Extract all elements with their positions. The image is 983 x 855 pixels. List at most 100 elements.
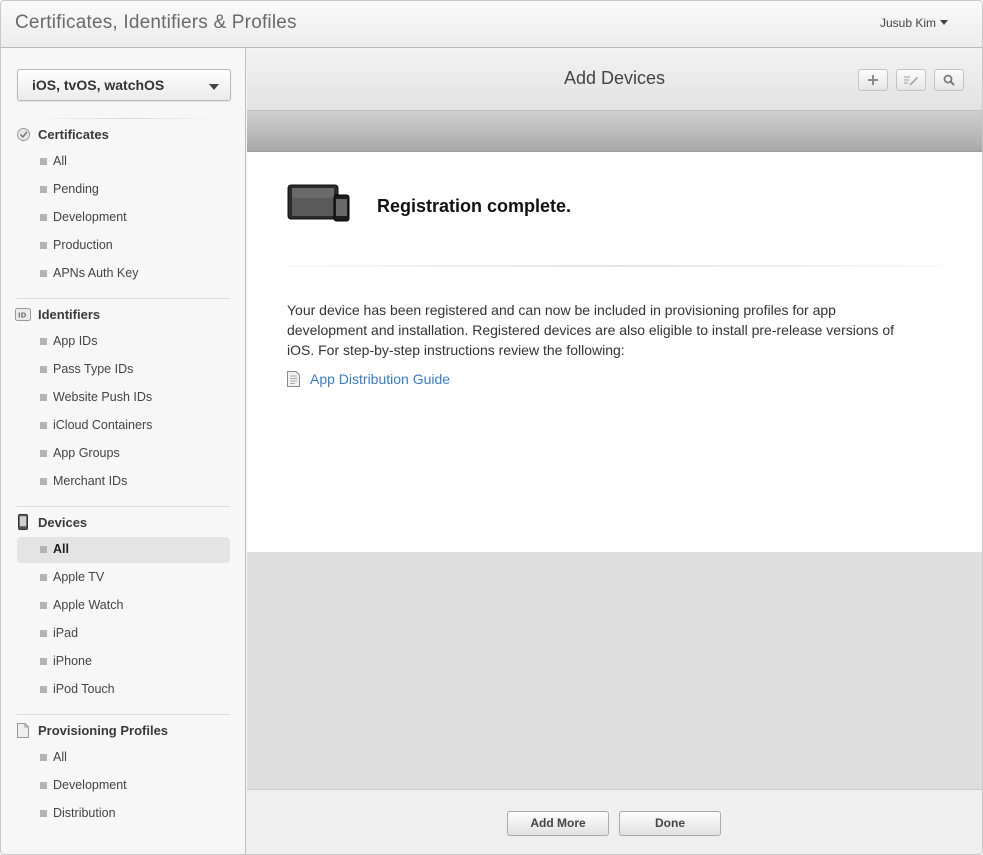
sidebar-item-certificates-all[interactable]: All [17, 149, 230, 175]
main-content: Registration complete. Your device has b… [247, 152, 982, 552]
edit-button[interactable] [896, 69, 926, 91]
sidebar-item-apple-tv[interactable]: Apple TV [17, 565, 230, 591]
window-frame: Certificates, Identifiers & Profiles Jus… [0, 0, 983, 855]
bullet [40, 630, 47, 637]
phone-icon [15, 514, 31, 530]
search-button[interactable] [934, 69, 964, 91]
divider [31, 118, 221, 119]
sidebar-item-label: All [53, 154, 67, 168]
bullet [40, 186, 47, 193]
bullet [40, 270, 47, 277]
sidebar-item-app-groups[interactable]: App Groups [17, 441, 230, 467]
footer-bar: Add More Done [247, 789, 982, 854]
sidebar-item-label: iCloud Containers [53, 418, 153, 432]
bullet [40, 574, 47, 581]
sidebar-item-ipod-touch[interactable]: iPod Touch [17, 677, 230, 703]
document-icon [287, 371, 300, 387]
sidebar-item-label: App IDs [53, 334, 98, 348]
sidebar-item-label: Production [53, 238, 113, 252]
id-badge-icon: ID [15, 306, 31, 322]
bullet [40, 158, 47, 165]
divider [17, 714, 230, 715]
sidebar-item-icloud-containers[interactable]: iCloud Containers [17, 413, 230, 439]
content-header-band [247, 111, 982, 152]
sidebar-item-iphone[interactable]: iPhone [17, 649, 230, 675]
app-distribution-guide-link[interactable]: App Distribution Guide [287, 371, 450, 387]
bullet [40, 394, 47, 401]
bullet [40, 338, 47, 345]
bullet [40, 478, 47, 485]
sidebar-item-pass-type-ids[interactable]: Pass Type IDs [17, 357, 230, 383]
platform-select-value: iOS, tvOS, watchOS [32, 77, 165, 93]
bullet [40, 366, 47, 373]
certificate-icon [15, 126, 31, 142]
user-menu[interactable]: Jusub Kim [880, 16, 948, 30]
document-icon [15, 722, 31, 738]
bullet [40, 658, 47, 665]
divider [17, 298, 230, 299]
sidebar-item-website-push-ids[interactable]: Website Push IDs [17, 385, 230, 411]
chevron-down-icon [940, 20, 948, 25]
section-title: Identifiers [38, 306, 101, 322]
sidebar-item-label: Development [53, 210, 127, 224]
devices-illustration [287, 182, 351, 227]
svg-text:ID: ID [18, 311, 27, 319]
section-provisioning-profiles: Provisioning Profiles [15, 720, 168, 740]
section-title: Certificates [38, 126, 109, 142]
divider [17, 506, 230, 507]
search-icon [943, 74, 955, 86]
sidebar-item-label: Pending [53, 182, 99, 196]
sidebar-item-merchant-ids[interactable]: Merchant IDs [17, 469, 230, 495]
sidebar-item-label: App Groups [53, 446, 120, 460]
sidebar-item-ipad[interactable]: iPad [17, 621, 230, 647]
sidebar-item-label: iPhone [53, 654, 92, 668]
divider [287, 265, 942, 267]
main-header: Add Devices [247, 48, 982, 111]
sidebar-item-label: All [53, 542, 69, 556]
sidebar-item-profiles-development[interactable]: Development [17, 773, 230, 799]
sidebar-item-label: iPad [53, 626, 79, 640]
sidebar-item-certificates-production[interactable]: Production [17, 233, 230, 259]
sidebar-item-label: iPod Touch [53, 682, 115, 696]
platform-select[interactable]: iOS, tvOS, watchOS [17, 69, 231, 101]
sidebar-item-apns-auth-key[interactable]: APNs Auth Key [17, 261, 230, 287]
sidebar-item-label: All [53, 750, 67, 764]
bullet [40, 214, 47, 221]
section-title: Provisioning Profiles [38, 722, 169, 738]
section-certificates: Certificates [15, 124, 109, 144]
bullet [40, 546, 47, 553]
sidebar-item-label: Apple Watch [53, 598, 124, 612]
empty-area [247, 552, 982, 789]
bullet [40, 242, 47, 249]
done-button[interactable]: Done [619, 811, 721, 836]
sidebar-item-profiles-distribution[interactable]: Distribution [17, 801, 230, 827]
section-identifiers: ID Identifiers [15, 304, 100, 324]
bullet [40, 450, 47, 457]
sidebar-item-devices-all[interactable]: All [17, 537, 230, 563]
bullet [40, 686, 47, 693]
sidebar-item-profiles-all[interactable]: All [17, 745, 230, 771]
sidebar-item-app-ids[interactable]: App IDs [17, 329, 230, 355]
sidebar-item-label: Merchant IDs [53, 474, 128, 488]
add-more-button[interactable]: Add More [507, 811, 609, 836]
sidebar-item-label: Apple TV [53, 570, 105, 584]
sidebar-item-certificates-pending[interactable]: Pending [17, 177, 230, 203]
bullet [40, 422, 47, 429]
section-devices: Devices [15, 512, 87, 532]
bullet [40, 602, 47, 609]
sidebar: iOS, tvOS, watchOS Certificates All Pend… [1, 48, 246, 854]
sidebar-item-label: Development [53, 778, 127, 792]
sidebar-item-label: Pass Type IDs [53, 362, 134, 376]
chevron-down-icon [209, 84, 219, 90]
add-button[interactable] [858, 69, 888, 91]
registration-complete-title: Registration complete. [377, 196, 572, 216]
top-bar: Certificates, Identifiers & Profiles Jus… [1, 1, 982, 48]
sidebar-item-certificates-development[interactable]: Development [17, 205, 230, 231]
sidebar-item-label: Distribution [53, 806, 116, 820]
bullet [40, 782, 47, 789]
sidebar-item-label: Website Push IDs [53, 390, 153, 404]
bullet [40, 810, 47, 817]
sidebar-item-apple-watch[interactable]: Apple Watch [17, 593, 230, 619]
edit-icon [904, 76, 918, 86]
registration-message: Your device has been registered and can … [287, 302, 895, 358]
